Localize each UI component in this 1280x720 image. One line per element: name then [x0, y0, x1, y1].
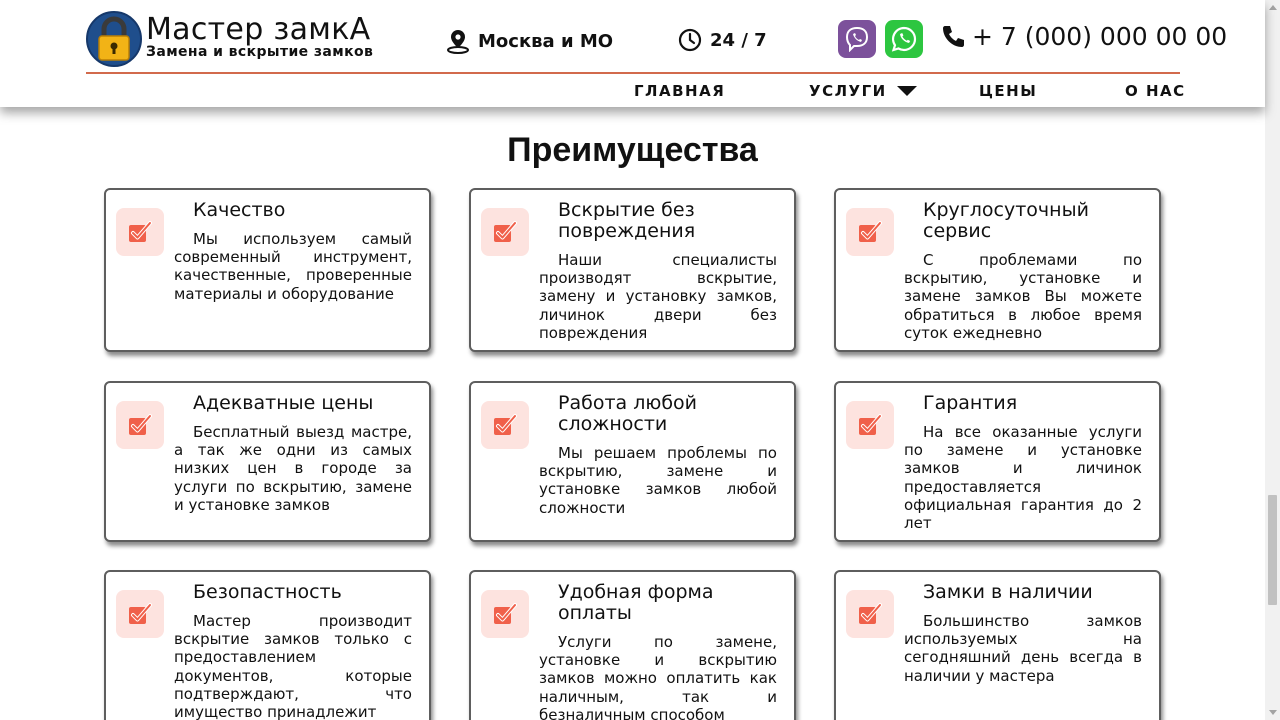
card-text: Мы решаем проблемы по вскрытию, замене и… [539, 444, 777, 517]
page-scrollbar[interactable] [1265, 0, 1280, 720]
checkbox-icon [481, 590, 529, 638]
header-divider [86, 72, 1180, 74]
scroll-thumb[interactable] [1268, 495, 1277, 605]
brand-tagline: Замена и вскрытие замков [146, 44, 374, 60]
whatsapp-icon [891, 26, 917, 52]
advantage-card: Круглосуточный сервис С проблемами по вс… [834, 188, 1161, 352]
advantage-card: Удобная форма оплаты Услуги по замене, у… [469, 570, 796, 720]
card-title: Гарантия [923, 392, 1018, 414]
hours-info: 24 / 7 [678, 28, 767, 52]
card-text: Наши специалисты производят вскрытие, за… [539, 251, 777, 342]
checkbox-icon [846, 401, 894, 449]
nav-home[interactable]: ГЛАВНАЯ [634, 82, 725, 100]
phone-icon [943, 25, 964, 47]
checkbox-icon [481, 401, 529, 449]
brand[interactable]: Мастер замкА Замена и вскрытие замков [146, 12, 374, 61]
phone-number[interactable]: + 7 (000) 000 00 00 [940, 22, 1227, 51]
clock-icon [678, 28, 702, 52]
checkbox-icon [116, 401, 164, 449]
card-title: Круглосуточный сервис [923, 199, 1089, 242]
checkbox-icon [846, 590, 894, 638]
checkbox-icon [116, 208, 164, 256]
phone-label: + 7 (000) 000 00 00 [972, 22, 1228, 51]
checkbox-icon [846, 208, 894, 256]
site-header: Мастер замкА Замена и вскрытие замков Мо… [0, 0, 1265, 107]
nav-prices[interactable]: ЦЕНЫ [979, 82, 1037, 100]
card-text: С проблемами по вскрытию, установке и за… [904, 251, 1142, 342]
advantage-card: Вскрытие без повреждения Наши специалист… [469, 188, 796, 352]
advantage-card: Адекватные цены Бесплатный выезд мастре,… [104, 381, 431, 542]
viber-button[interactable] [838, 20, 876, 58]
location-pin-icon [447, 30, 469, 54]
advantage-card: Гарантия На все оказанные услуги по заме… [834, 381, 1161, 542]
card-title: Замки в наличии [923, 581, 1093, 603]
card-title: Вскрытие без повреждения [558, 199, 696, 242]
card-text: Большинство замков используемых на сегод… [904, 612, 1142, 685]
whatsapp-button[interactable] [885, 20, 923, 58]
card-text: Мастер производит вскрытие замков только… [174, 612, 412, 720]
card-text: Услуги по замене, установке и вскрытию з… [539, 633, 777, 720]
checkbox-icon [481, 208, 529, 256]
city-label: Москва и МО [478, 30, 614, 52]
padlock-logo-icon[interactable] [86, 11, 142, 67]
hours-label: 24 / 7 [710, 29, 767, 51]
card-title: Качество [193, 199, 286, 221]
card-title: Адекватные цены [193, 392, 374, 414]
card-title: Удобная форма оплаты [558, 581, 714, 624]
viber-icon [845, 26, 869, 52]
section-title: Преимущества [507, 131, 758, 169]
card-text: На все оказанные услуги по замене и уста… [904, 423, 1142, 533]
city-info: Москва и МО [446, 28, 613, 54]
advantage-card: Безопастность Мастер производит вскрытие… [104, 570, 431, 720]
nav-services-label: УСЛУГИ [809, 82, 887, 100]
scroll-up-icon[interactable] [1265, 0, 1280, 15]
nav-services[interactable]: УСЛУГИ [809, 82, 917, 100]
nav-about[interactable]: О НАС [1125, 82, 1186, 100]
advantage-card: Замки в наличии Большинство замков испол… [834, 570, 1161, 720]
advantage-card: Качество Мы используем самый современный… [104, 188, 431, 352]
brand-name: Мастер замкА [146, 12, 371, 47]
scroll-down-icon[interactable] [1265, 705, 1280, 720]
caret-down-icon [896, 86, 917, 96]
advantage-card: Работа любой сложности Мы решаем проблем… [469, 381, 796, 542]
card-text: Мы используем самый современный инструме… [174, 230, 412, 303]
card-text: Бесплатный выезд мастре, а так же одни и… [174, 423, 412, 514]
card-title: Безопастность [193, 581, 342, 603]
card-title: Работа любой сложности [558, 392, 698, 435]
checkbox-icon [116, 590, 164, 638]
